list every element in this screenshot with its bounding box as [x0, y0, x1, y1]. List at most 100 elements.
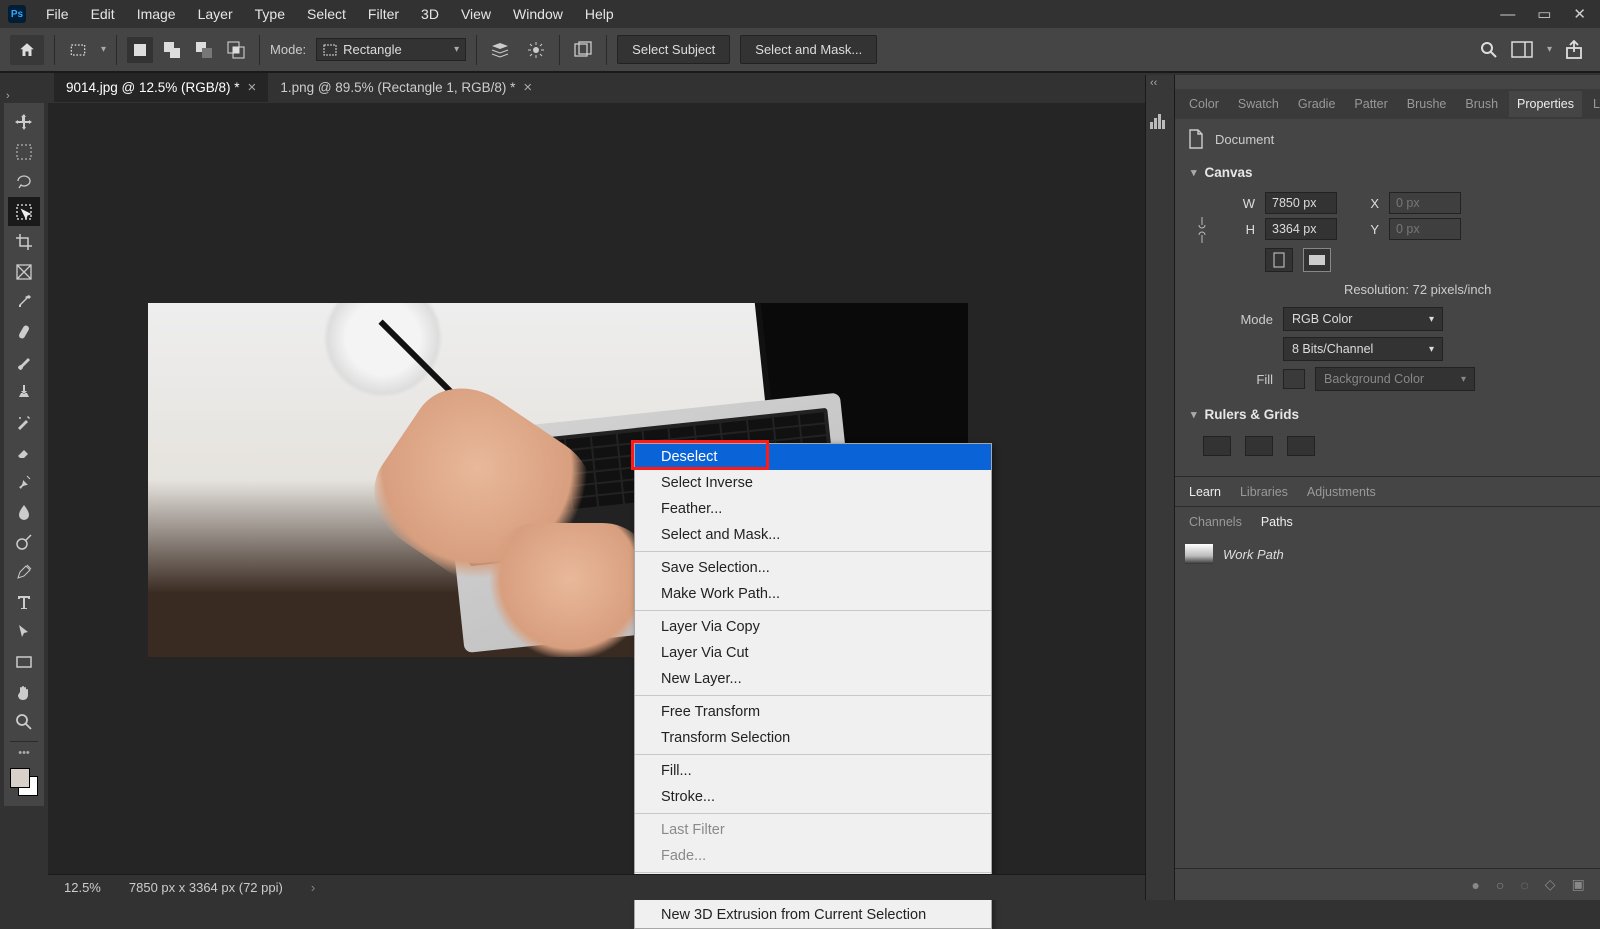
ctx-new-3d-extrusion[interactable]: New 3D Extrusion from Current Selection	[635, 902, 991, 928]
ctx-layer-via-cut[interactable]: Layer Via Cut	[635, 640, 991, 666]
toolbar-more-icon[interactable]: •••	[10, 747, 38, 759]
menu-3d[interactable]: 3D	[411, 2, 449, 26]
new-selection-icon[interactable]	[127, 37, 153, 63]
menu-edit[interactable]: Edit	[81, 2, 125, 26]
close-icon[interactable]: ✕	[1573, 5, 1586, 23]
subtract-selection-icon[interactable]	[191, 37, 217, 63]
settings-gear-icon[interactable]	[523, 37, 549, 63]
expand-docks-icon[interactable]: ›	[6, 90, 10, 102]
path-selection-tool[interactable]	[8, 617, 40, 646]
mask-icon[interactable]: ▣	[1572, 876, 1585, 893]
tab-patterns[interactable]: Patter	[1346, 91, 1395, 117]
close-tab-icon[interactable]: ×	[248, 79, 257, 96]
menu-layer[interactable]: Layer	[188, 2, 243, 26]
menu-select[interactable]: Select	[297, 2, 356, 26]
sample-layers-icon[interactable]	[570, 37, 596, 63]
history-brush-tool[interactable]	[8, 407, 40, 436]
ctx-select-and-mask[interactable]: Select and Mask...	[635, 522, 991, 548]
select-layers-icon[interactable]	[487, 37, 513, 63]
rectangle-tool[interactable]	[8, 647, 40, 676]
gradient-tool[interactable]	[8, 467, 40, 496]
zoom-level[interactable]: 12.5%	[64, 880, 101, 895]
height-input[interactable]	[1265, 218, 1337, 240]
status-more-icon[interactable]: ›	[311, 880, 315, 895]
eyedropper-tool[interactable]	[8, 287, 40, 316]
add-selection-icon[interactable]	[159, 37, 185, 63]
shape-mode-select[interactable]: Rectangle ▾	[316, 38, 466, 61]
guides-icon[interactable]	[1287, 436, 1315, 456]
hand-tool[interactable]	[8, 677, 40, 706]
healing-brush-tool[interactable]	[8, 317, 40, 346]
menu-help[interactable]: Help	[575, 2, 624, 26]
menu-filter[interactable]: Filter	[358, 2, 409, 26]
tab-learn[interactable]: Learn	[1181, 479, 1229, 505]
lasso-tool[interactable]	[8, 167, 40, 196]
tab-layers[interactable]: Layers	[1585, 91, 1600, 117]
workspace-chevron-icon[interactable]: ▾	[1547, 44, 1552, 55]
expand-dock-icon[interactable]: ‹‹	[1150, 77, 1157, 89]
pen-tool[interactable]	[8, 557, 40, 586]
menu-view[interactable]: View	[451, 2, 501, 26]
menu-file[interactable]: File	[36, 2, 79, 26]
tab-adjustments[interactable]: Adjustments	[1299, 479, 1384, 505]
menu-image[interactable]: Image	[127, 2, 186, 26]
marquee-tool[interactable]	[8, 137, 40, 166]
ctx-layer-via-copy[interactable]: Layer Via Copy	[635, 614, 991, 640]
tab-channels[interactable]: Channels	[1181, 509, 1250, 535]
color-mode-select[interactable]: RGB Color▾	[1283, 307, 1443, 331]
grid-icon[interactable]	[1245, 436, 1273, 456]
tab-gradients[interactable]: Gradie	[1290, 91, 1344, 117]
blur-tool[interactable]	[8, 497, 40, 526]
rulers-icon[interactable]	[1203, 436, 1231, 456]
orientation-landscape[interactable]	[1303, 248, 1331, 272]
ctx-stroke[interactable]: Stroke...	[635, 784, 991, 810]
fill-path-icon[interactable]: ●	[1472, 877, 1480, 893]
dodge-tool[interactable]	[8, 527, 40, 556]
tab-properties[interactable]: Properties	[1509, 91, 1582, 117]
current-tool-icon[interactable]	[65, 37, 91, 63]
orientation-portrait[interactable]	[1265, 248, 1293, 272]
ctx-transform-selection[interactable]: Transform Selection	[635, 725, 991, 751]
search-icon[interactable]	[1479, 40, 1499, 60]
home-button[interactable]	[10, 35, 44, 65]
width-input[interactable]	[1265, 192, 1337, 214]
canvas-section-header[interactable]: ▾Canvas	[1187, 157, 1600, 188]
maximize-icon[interactable]: ▭	[1537, 5, 1551, 23]
menu-type[interactable]: Type	[245, 2, 295, 26]
tab-color[interactable]: Color	[1181, 91, 1227, 117]
document-dimensions[interactable]: 7850 px x 3364 px (72 ppi)	[129, 880, 283, 895]
type-tool[interactable]	[8, 587, 40, 616]
move-tool[interactable]	[8, 107, 40, 136]
brush-tool[interactable]	[8, 347, 40, 376]
clone-stamp-tool[interactable]	[8, 377, 40, 406]
frame-tool[interactable]	[8, 257, 40, 286]
fill-swatch[interactable]	[1283, 369, 1305, 389]
tab-libraries[interactable]: Libraries	[1232, 479, 1296, 505]
ctx-make-work-path[interactable]: Make Work Path...	[635, 581, 991, 607]
intersect-selection-icon[interactable]	[223, 37, 249, 63]
ctx-select-inverse[interactable]: Select Inverse	[635, 470, 991, 496]
dock-histogram-icon[interactable]	[1146, 107, 1174, 135]
ctx-free-transform[interactable]: Free Transform	[635, 699, 991, 725]
make-path-icon[interactable]: ◇	[1545, 876, 1556, 893]
tab-paths[interactable]: Paths	[1253, 509, 1301, 535]
document-tab-1[interactable]: 9014.jpg @ 12.5% (RGB/8) * ×	[54, 73, 268, 102]
path-to-selection-icon[interactable]: ◌	[1520, 877, 1528, 893]
select-subject-button[interactable]: Select Subject	[617, 35, 730, 64]
ctx-new-layer[interactable]: New Layer...	[635, 666, 991, 692]
share-icon[interactable]	[1564, 40, 1584, 60]
select-and-mask-button[interactable]: Select and Mask...	[740, 35, 877, 64]
bit-depth-select[interactable]: 8 Bits/Channel▾	[1283, 337, 1443, 361]
menu-window[interactable]: Window	[503, 2, 573, 26]
object-selection-tool[interactable]	[8, 197, 40, 226]
tab-swatches[interactable]: Swatch	[1230, 91, 1287, 117]
path-item[interactable]: Work Path	[1175, 536, 1600, 572]
tab-brush[interactable]: Brush	[1457, 91, 1506, 117]
workspace-switcher-icon[interactable]	[1511, 41, 1535, 59]
fill-select[interactable]: Background Color▾	[1315, 367, 1475, 391]
link-wh-icon[interactable]	[1195, 215, 1209, 245]
crop-tool[interactable]	[8, 227, 40, 256]
ctx-save-selection[interactable]: Save Selection...	[635, 555, 991, 581]
ctx-feather[interactable]: Feather...	[635, 496, 991, 522]
color-swatches[interactable]	[8, 766, 40, 802]
